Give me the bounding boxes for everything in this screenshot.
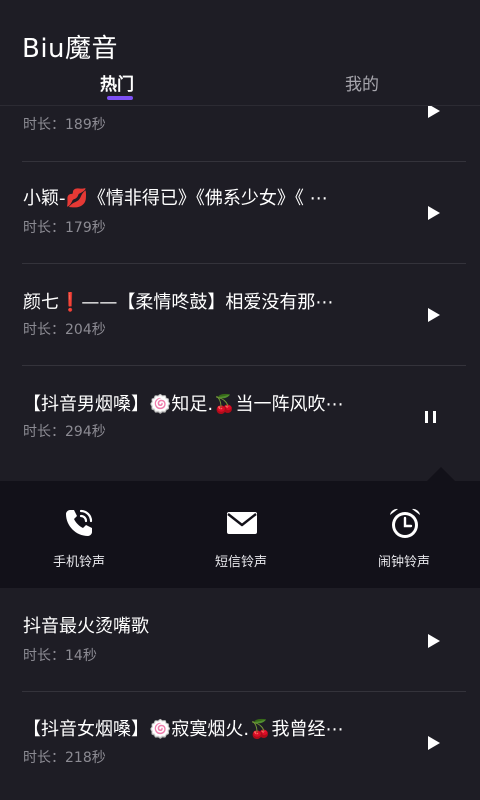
app-title: Biu魔音	[22, 34, 119, 64]
song-row[interactable]: 【抖音女烟嗓】🍥寂寞烟火.🍒我曾经⋯ 时长：218秒	[0, 691, 480, 800]
play-icon[interactable]	[422, 630, 444, 652]
action-label: 短信铃声	[215, 555, 268, 570]
song-row[interactable]: 小颖-💋《情非得已》《佛系少女》《 ⋯ 时长：179秒	[0, 162, 480, 264]
song-title: 【抖音女烟嗓】🍥寂寞烟火.🍒我曾经⋯	[23, 719, 344, 740]
play-icon[interactable]	[422, 732, 444, 754]
panel-pointer	[427, 467, 455, 481]
song-duration: 时长：179秒	[23, 220, 106, 236]
play-icon[interactable]	[422, 304, 444, 326]
song-duration: 时长：204秒	[23, 322, 106, 338]
set-alarm-ringtone-button[interactable]: 闹钟铃声	[365, 481, 445, 588]
song-duration: 时长：294秒	[23, 424, 106, 440]
phone-icon	[62, 506, 96, 544]
set-sms-ringtone-button[interactable]: 短信铃声	[202, 481, 282, 588]
pause-icon[interactable]	[420, 406, 442, 428]
envelope-icon	[225, 506, 259, 544]
play-icon[interactable]	[422, 202, 444, 224]
song-duration: 时长：189秒	[23, 117, 106, 133]
set-phone-ringtone-button[interactable]: 手机铃声	[40, 481, 120, 588]
song-title: 小颖-💋《情非得已》《佛系少女》《 ⋯	[23, 188, 328, 209]
song-row[interactable]: 抖音最火烫嘴歌 时长：14秒	[0, 588, 480, 692]
song-row-playing[interactable]: 【抖音男烟嗓】🍥知足.🍒当一阵风吹⋯ 时长：294秒	[0, 366, 480, 481]
song-title: 颜七❗——【柔情咚鼓】相爱没有那⋯	[23, 292, 334, 313]
song-duration: 时长：14秒	[23, 648, 97, 664]
song-duration: 时长：218秒	[23, 750, 106, 766]
header-divider	[0, 105, 480, 106]
app-header: Biu魔音 热门 我的	[0, 0, 480, 106]
song-row-partial[interactable]: 时长：189秒	[0, 104, 480, 162]
ringtone-panel: 手机铃声 短信铃声 闹钟铃声	[0, 481, 480, 588]
song-row[interactable]: 颜七❗——【柔情咚鼓】相爱没有那⋯ 时长：204秒	[0, 264, 480, 366]
alarm-clock-icon	[387, 506, 423, 546]
tab-hot[interactable]: 热门	[100, 70, 134, 95]
active-tab-indicator	[107, 96, 133, 100]
action-label: 手机铃声	[53, 555, 106, 570]
song-title: 抖音最火烫嘴歌	[23, 616, 149, 637]
song-title: 【抖音男烟嗓】🍥知足.🍒当一阵风吹⋯	[23, 394, 344, 415]
tab-mine[interactable]: 我的	[345, 70, 379, 95]
action-label: 闹钟铃声	[378, 555, 431, 570]
